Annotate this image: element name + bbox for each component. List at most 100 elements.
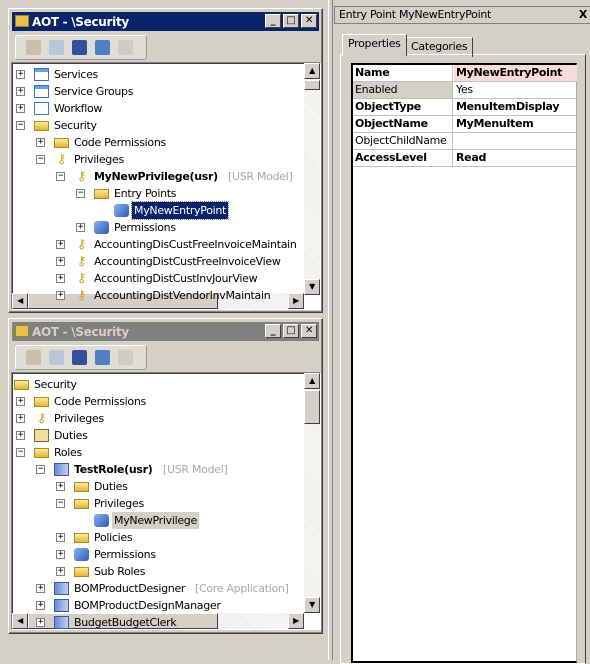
node-label[interactable]: Privileges bbox=[92, 495, 146, 512]
expand-icon[interactable]: + bbox=[16, 397, 25, 406]
expand-icon[interactable]: + bbox=[56, 482, 65, 491]
node-label[interactable]: AccountingDistCustInvJourView bbox=[92, 270, 259, 287]
expand-icon[interactable]: + bbox=[16, 87, 25, 96]
expand-icon[interactable]: + bbox=[36, 601, 45, 610]
expand-icon[interactable]: + bbox=[56, 291, 65, 300]
expand-icon[interactable]: + bbox=[36, 584, 45, 593]
expand-icon[interactable]: + bbox=[16, 414, 25, 423]
title-bar[interactable]: AOT - \Security _ □ ✕ bbox=[12, 12, 319, 31]
tree-node[interactable]: − Privileges bbox=[12, 495, 304, 512]
collapse-icon[interactable]: − bbox=[56, 172, 65, 181]
node-label[interactable]: Privileges bbox=[52, 410, 106, 427]
expand-icon[interactable]: + bbox=[16, 104, 25, 113]
node-label[interactable]: Duties bbox=[92, 478, 130, 495]
tree-node[interactable]: + ⚷ AccountingDisCustFreeInvoiceMaintain bbox=[12, 236, 304, 253]
node-label[interactable]: Permissions bbox=[112, 219, 178, 236]
expand-icon[interactable]: + bbox=[16, 431, 25, 440]
node-label[interactable]: TestRole(usr) bbox=[72, 461, 155, 478]
property-value[interactable]: MenuItemDisplay bbox=[454, 99, 577, 115]
tree-node[interactable]: − Entry Points bbox=[12, 185, 304, 202]
expand-icon[interactable]: + bbox=[16, 70, 25, 79]
node-label[interactable]: Security bbox=[52, 117, 99, 134]
node-label[interactable]: MyNewEntryPoint bbox=[130, 201, 230, 220]
node-label[interactable]: MyNewPrivilege(usr) bbox=[92, 168, 220, 185]
property-grid[interactable]: Name MyNewEntryPoint Enabled Yes ObjectType M… bbox=[351, 63, 577, 663]
expand-icon[interactable]: + bbox=[56, 257, 65, 266]
node-label[interactable]: Services bbox=[52, 66, 100, 83]
import-icon[interactable] bbox=[118, 350, 133, 365]
scroll-thumb[interactable] bbox=[304, 390, 320, 424]
splitter[interactable] bbox=[328, 0, 333, 660]
maximize-button[interactable]: □ bbox=[283, 14, 299, 28]
open-icon[interactable] bbox=[26, 350, 41, 365]
tree-node[interactable]: + Duties bbox=[12, 478, 304, 495]
tree-node[interactable]: − ⚷ MyNewPrivilege(usr) [USR Model] bbox=[12, 168, 304, 185]
title-bar[interactable]: AOT - \Security _ □ ✕ bbox=[12, 322, 319, 341]
scroll-down-button[interactable]: ▼ bbox=[304, 279, 320, 295]
property-row[interactable]: ObjectName MyMenuItem bbox=[353, 116, 577, 133]
tree-node[interactable]: + Services bbox=[12, 66, 304, 83]
close-button[interactable]: ✕ bbox=[301, 14, 317, 28]
tree-node[interactable]: + Service Groups bbox=[12, 83, 304, 100]
tree-node[interactable]: MyNewEntryPoint bbox=[12, 201, 304, 220]
save-all-icon[interactable] bbox=[72, 350, 87, 365]
collapse-icon[interactable]: − bbox=[16, 448, 25, 457]
property-value[interactable] bbox=[454, 133, 577, 149]
tree-node[interactable]: − ⚷ Privileges bbox=[12, 151, 304, 168]
node-label[interactable]: BOMProductDesigner bbox=[72, 580, 187, 597]
node-label[interactable]: Permissions bbox=[92, 546, 158, 563]
tree-node[interactable]: + Policies bbox=[12, 529, 304, 546]
tree-node[interactable]: + Workflow bbox=[12, 100, 304, 117]
tree-node[interactable]: + Code Permissions bbox=[12, 134, 304, 151]
collapse-icon[interactable]: − bbox=[36, 155, 45, 164]
node-label[interactable]: AccountingDisCustFreeInvoiceMaintain bbox=[92, 236, 299, 253]
filter-icon[interactable] bbox=[95, 350, 110, 365]
expand-icon[interactable]: + bbox=[76, 223, 85, 232]
tree-node[interactable]: + BOMProductDesigner [Core Application] bbox=[12, 580, 304, 597]
node-label[interactable]: MyNewPrivilege bbox=[112, 512, 199, 529]
property-row[interactable]: ObjectType MenuItemDisplay bbox=[353, 99, 577, 116]
tree-node[interactable]: + Sub Roles bbox=[12, 563, 304, 580]
tree-node[interactable]: − TestRole(usr) [USR Model] bbox=[12, 461, 304, 478]
open-icon[interactable] bbox=[26, 40, 41, 55]
collapse-icon[interactable]: − bbox=[56, 499, 65, 508]
node-label[interactable]: Entry Points bbox=[112, 185, 178, 202]
tree-node[interactable]: + ⚷ AccountingDistCustInvJourView bbox=[12, 270, 304, 287]
tree-node[interactable]: − Roles bbox=[12, 444, 304, 461]
tree-node[interactable]: Security bbox=[12, 376, 304, 393]
collapse-icon[interactable]: − bbox=[16, 121, 25, 130]
node-label[interactable]: BudgetBudgetClerk bbox=[72, 614, 178, 629]
import-icon[interactable] bbox=[118, 40, 133, 55]
minimize-button[interactable]: _ bbox=[265, 14, 281, 28]
properties-icon[interactable] bbox=[49, 350, 64, 365]
vertical-scrollbar[interactable]: ▲ ▼ bbox=[304, 373, 320, 613]
node-label[interactable]: Duties bbox=[52, 427, 90, 444]
filter-icon[interactable] bbox=[95, 40, 110, 55]
collapse-icon[interactable]: − bbox=[76, 189, 85, 198]
tree-node[interactable]: MyNewPrivilege bbox=[12, 512, 304, 529]
node-label[interactable]: Service Groups bbox=[52, 83, 135, 100]
aot-tree[interactable]: ▲ ▼ ◀ ▶ Security + Code Permissions + ⚷ Privi… bbox=[11, 372, 321, 630]
property-value[interactable]: MyNewEntryPoint bbox=[454, 65, 577, 81]
expand-icon[interactable]: + bbox=[56, 567, 65, 576]
property-value[interactable]: Read bbox=[454, 150, 577, 166]
property-value[interactable]: MyMenuItem bbox=[454, 116, 577, 132]
expand-icon[interactable]: + bbox=[56, 240, 65, 249]
node-label[interactable]: Roles bbox=[52, 444, 84, 461]
aot-tree[interactable]: ▲ ▼ ◀ ▶ + Services + Service Groups + Workflo… bbox=[11, 62, 321, 310]
scroll-thumb[interactable] bbox=[304, 80, 320, 90]
node-label[interactable]: Security bbox=[32, 376, 79, 393]
minimize-button[interactable]: _ bbox=[265, 324, 281, 338]
close-button[interactable]: X bbox=[579, 7, 587, 23]
property-row[interactable]: Name MyNewEntryPoint bbox=[353, 65, 577, 82]
tree-node[interactable]: + ⚷ AccountingDistCustFreeInvoiceView bbox=[12, 253, 304, 270]
tree-node[interactable]: + Permissions bbox=[12, 219, 304, 236]
node-label[interactable]: Policies bbox=[92, 529, 134, 546]
save-all-icon[interactable] bbox=[72, 40, 87, 55]
expand-icon[interactable]: + bbox=[56, 550, 65, 559]
tree-node[interactable]: + Permissions bbox=[12, 546, 304, 563]
node-label[interactable]: AccountingDistCustFreeInvoiceView bbox=[92, 253, 283, 270]
properties-icon[interactable] bbox=[49, 40, 64, 55]
expand-icon[interactable]: + bbox=[56, 274, 65, 283]
maximize-button[interactable]: □ bbox=[283, 324, 299, 338]
